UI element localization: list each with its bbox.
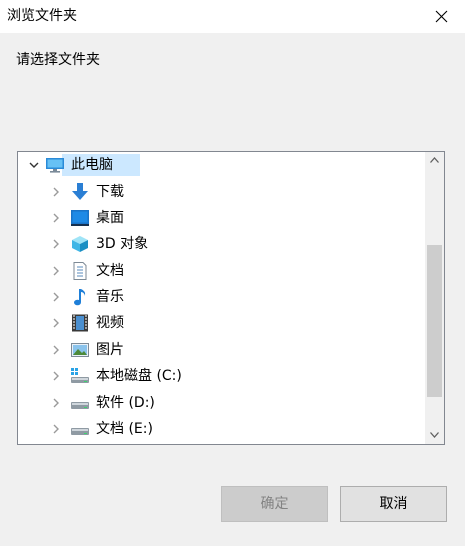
tree-item-label: 文档 (E:) — [96, 421, 153, 437]
cancel-button[interactable]: 取消 — [340, 486, 447, 522]
tree-item-label: 视频 — [96, 315, 124, 331]
dialog-prompt: 请选择文件夹 — [16, 52, 100, 68]
drive-icon — [71, 428, 89, 435]
ok-button[interactable]: 确定 — [221, 486, 328, 522]
tree-item-pictures[interactable]: 图片 — [18, 337, 424, 363]
tree-item-documents[interactable]: 文档 — [18, 258, 424, 284]
desktop-icon — [71, 210, 89, 226]
chevron-right-icon[interactable] — [51, 239, 61, 249]
tree-item-drive-e[interactable]: 文档 (E:) — [18, 416, 424, 442]
chevron-down-icon — [430, 432, 439, 438]
tree-item-label: 下载 — [96, 184, 124, 200]
chevron-right-icon[interactable] — [51, 187, 61, 197]
tree-item-downloads[interactable]: 下载 — [18, 179, 424, 205]
tree-item-desktop[interactable]: 桌面 — [18, 205, 424, 231]
system-drive-icon — [71, 368, 89, 383]
chevron-right-icon[interactable] — [51, 398, 61, 408]
drive-icon — [71, 402, 89, 409]
tree-item-this-pc[interactable]: 此电脑 — [18, 152, 424, 178]
tree-item-label: 图片 — [96, 342, 124, 358]
pictures-icon — [71, 343, 89, 357]
close-button[interactable] — [419, 0, 465, 33]
chevron-right-icon[interactable] — [51, 266, 61, 276]
tree-item-label: 文档 — [96, 263, 124, 279]
tree-item-label: 桌面 — [96, 210, 124, 226]
tree-item-label: 此电脑 — [71, 157, 113, 173]
folder-tree[interactable]: 此电脑 下载 桌面 3D 对象 文档 音乐 视频 图片 本地磁盘 (C:) 软件… — [17, 151, 445, 445]
tree-item-label: 音乐 — [96, 289, 124, 305]
chevron-right-icon[interactable] — [51, 213, 61, 223]
scroll-down-button[interactable] — [425, 427, 444, 444]
chevron-right-icon[interactable] — [51, 318, 61, 328]
tree-item-label: 3D 对象 — [96, 236, 149, 252]
tree-item-label: 软件 (D:) — [96, 395, 155, 411]
chevron-right-icon[interactable] — [51, 345, 61, 355]
tree-item-videos[interactable]: 视频 — [18, 310, 424, 336]
title-bar: 浏览文件夹 — [0, 0, 465, 33]
documents-icon — [73, 262, 87, 280]
scroll-up-button[interactable] — [425, 152, 444, 169]
close-icon — [435, 10, 448, 23]
videos-icon — [72, 314, 88, 332]
tree-item-drive-c[interactable]: 本地磁盘 (C:) — [18, 363, 424, 389]
vertical-scrollbar[interactable] — [425, 152, 444, 444]
tree-item-3d-objects[interactable]: 3D 对象 — [18, 231, 424, 257]
chevron-right-icon[interactable] — [51, 292, 61, 302]
music-icon — [74, 289, 86, 306]
download-icon — [72, 183, 88, 200]
tree-item-music[interactable]: 音乐 — [18, 284, 424, 310]
3d-objects-icon — [72, 236, 88, 252]
tree-item-drive-d[interactable]: 软件 (D:) — [18, 390, 424, 416]
window-title: 浏览文件夹 — [7, 8, 77, 24]
chevron-down-icon[interactable] — [29, 160, 39, 170]
scroll-thumb[interactable] — [427, 245, 442, 397]
chevron-up-icon — [430, 157, 439, 163]
computer-icon — [46, 158, 64, 173]
tree-item-label: 本地磁盘 (C:) — [96, 368, 182, 384]
chevron-right-icon[interactable] — [51, 371, 61, 381]
chevron-right-icon[interactable] — [51, 424, 61, 434]
